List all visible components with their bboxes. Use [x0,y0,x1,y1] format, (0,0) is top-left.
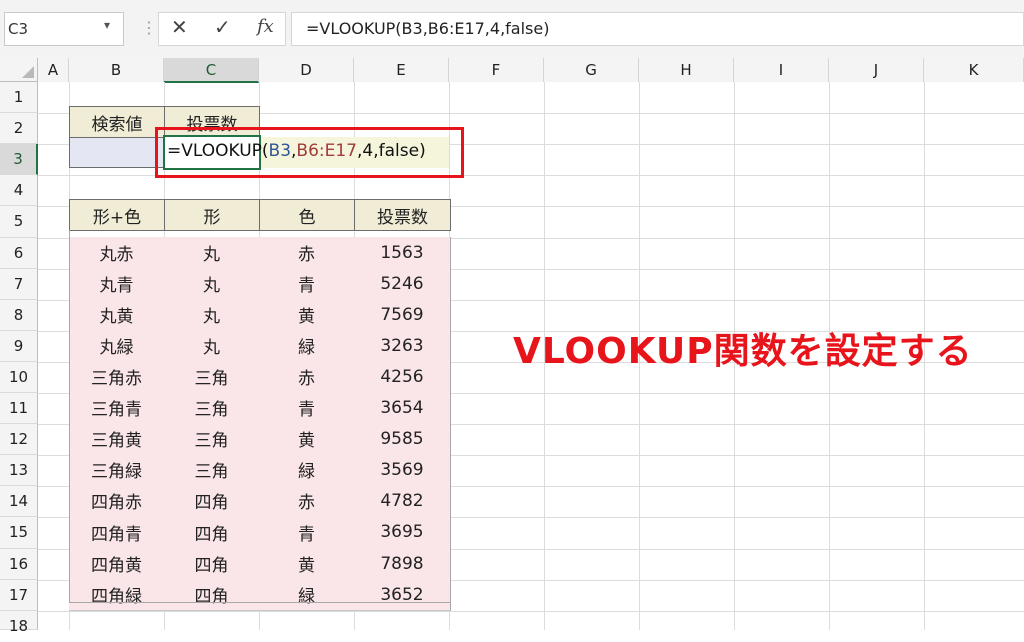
table-header-cell[interactable]: 形 [164,199,260,231]
column-header-a[interactable]: A [38,58,69,82]
row-header-4[interactable]: 4 [0,175,38,206]
row-header-6[interactable]: 6 [0,238,38,269]
name-box-value: C3 [8,20,29,38]
column-header-i[interactable]: I [734,58,829,82]
table-header-cell[interactable]: 形+色 [69,199,165,231]
row-header-15[interactable]: 15 [0,517,38,549]
row-header-12[interactable]: 12 [0,424,38,455]
formula-text: =VLOOKUP(B3,B6:E17,4,false) [306,19,550,38]
column-header-k[interactable]: K [924,58,1024,82]
select-all-icon [22,66,34,78]
row-header-11[interactable]: 11 [0,393,38,424]
row-header-13[interactable]: 13 [0,455,38,486]
column-header-h[interactable]: H [639,58,734,82]
column-header-g[interactable]: G [544,58,639,82]
row-header-16[interactable]: 16 [0,549,38,580]
cancel-icon[interactable]: ✕ [171,15,188,39]
row-header-17[interactable]: 17 [0,580,38,611]
column-header-j[interactable]: J [829,58,924,82]
row-header-7[interactable]: 7 [0,269,38,300]
enter-icon[interactable]: ✓ [214,15,231,39]
row-header-18[interactable]: 18 [0,611,38,635]
row-header-3[interactable]: 3 [0,144,38,175]
table-header-cell[interactable]: 色 [259,199,355,231]
drag-handle-icon[interactable]: ⋮ [141,18,157,37]
search-value-cell[interactable] [69,137,165,168]
column-header-e[interactable]: E [354,58,449,82]
grid-line-horizontal [38,611,1024,612]
row-header-14[interactable]: 14 [0,486,38,517]
row-header-10[interactable]: 10 [0,362,38,393]
row-header-1[interactable]: 1 [0,82,38,113]
data-table-frame [69,230,451,603]
chevron-down-icon[interactable]: ▾ [104,18,110,32]
insert-function-icon[interactable]: fx [257,16,274,37]
column-header-b[interactable]: B [69,58,164,82]
row-header-2[interactable]: 2 [0,113,38,144]
row-header-5[interactable]: 5 [0,206,38,238]
column-header-f[interactable]: F [449,58,544,82]
row-header-9[interactable]: 9 [0,331,38,362]
column-header-d[interactable]: D [259,58,354,82]
column-header-c[interactable]: C [164,58,259,83]
highlight-box [155,127,464,178]
search-value-header[interactable]: 検索値 [69,106,165,138]
row-header-8[interactable]: 8 [0,300,38,331]
annotation-text: VLOOKUP関数を設定する [513,331,973,372]
table-header-cell[interactable]: 投票数 [354,199,451,231]
